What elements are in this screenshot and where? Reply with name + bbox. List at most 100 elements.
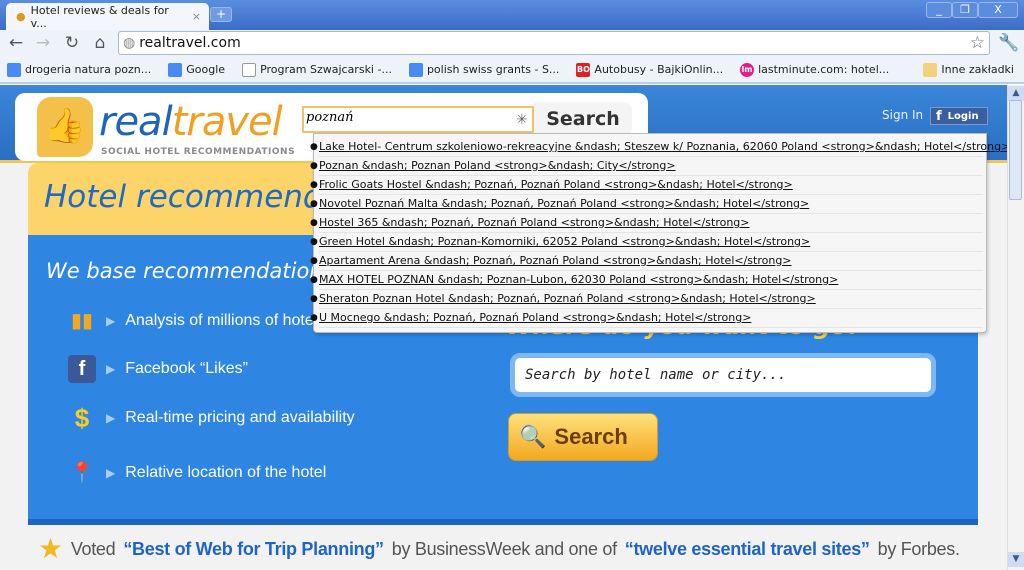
autocomplete-label: Frolic Goats Hostel &ndash; Poznań, Pozn… [319,178,793,191]
bullet-icon: ● [310,199,318,209]
login-label: Login [947,110,979,122]
feature-item: 📍 ▶ Relative location of the hotel [68,459,327,487]
bookmark-item[interactable]: drogeria natura pozn... [7,62,152,77]
arrow-icon: ▶ [106,362,116,376]
bullet-icon: ● [310,294,318,304]
scroll-down-icon[interactable]: ▼ [1008,552,1024,567]
bullet-icon: ● [310,142,318,152]
bookmark-item[interactable]: Google [168,62,226,77]
globe-icon: ◍ [123,35,136,51]
other-bookmarks[interactable]: Inne zakładki [923,62,1014,77]
autocomplete-item[interactable]: ● Novotel Poznań Malta &ndash; Poznań, Po… [310,195,983,214]
press-text: by Forbes. [877,538,960,559]
google-icon [7,62,21,77]
minimize-button[interactable]: _ [926,2,952,18]
bullet-icon: ● [310,237,318,247]
bookmarks-bar: drogeria natura pozn... Google Program S… [0,57,1024,84]
bookmark-label: Google [186,63,226,76]
bookmark-label: drogeria natura pozn... [25,63,152,76]
bookmark-label: Inne zakładki [941,63,1014,76]
tab-close-icon[interactable]: × [192,10,201,23]
autocomplete-item[interactable]: ● MAX HOTEL POZNAN &ndash; Poznan-Lubon, … [310,271,983,290]
header-search-button[interactable]: Search [534,102,632,136]
bullet-icon: ● [310,275,318,285]
bullet-icon: ● [310,180,318,190]
address-bar[interactable]: ◍ realtravel.com ☆ [118,31,990,55]
bookmark-label: polish swiss grants - S... [426,63,560,76]
bookmark-label: Program Szwajcarski -... [260,63,392,76]
autocomplete-label: Poznan &ndash; Poznan Poland <strong>&nd… [319,159,676,172]
bookmark-label: Autobusy - BajkiOnlin... [594,63,724,76]
forward-icon[interactable]: → [33,33,53,53]
feature-label: Real-time pricing and availability [125,409,355,426]
feature-label: Facebook “Likes” [125,360,248,377]
home-icon[interactable]: ⌂ [90,33,110,53]
arrow-icon: ▶ [106,466,116,480]
autocomplete-item[interactable]: ● Sheraton Poznan Hotel &ndash; Poznań, P… [310,290,983,309]
bullet-icon: ● [310,313,318,323]
autocomplete-item[interactable]: ● Lake Hotel- Centrum szkoleniowo-rekreac… [310,138,1010,157]
press-banner: ★ Voted “Best of Web for Trip Planning” … [28,528,978,570]
close-window-button[interactable]: X [978,2,1018,18]
restore-button[interactable]: ❐ [952,2,978,18]
autocomplete-label: Novotel Poznań Malta &ndash; Poznań, Poz… [319,197,810,210]
bullet-icon: ● [310,161,318,171]
bookmark-star-icon[interactable]: ☆ [970,33,985,53]
autocomplete-label: Hostel 365 &ndash; Poznań, Poznań Poland… [319,216,750,229]
lm-icon: lm [740,62,755,77]
bookmark-label: lastminute.com: hotel... [758,63,890,76]
hotel-search-button[interactable]: 🔍 Search [508,413,658,461]
bookmark-item[interactable]: Program Szwajcarski -... [242,62,392,77]
autocomplete-item[interactable]: ● Green Hotel &ndash; Poznan-Komorniki, 6… [310,233,983,252]
facebook-icon: f [68,355,96,383]
scrollbar-thumb[interactable] [1009,100,1022,200]
feature-item: $ ▶ Real-time pricing and availability [68,404,355,432]
facebook-icon: f [936,108,942,124]
dollar-icon: $ [74,404,90,432]
wrench-icon[interactable]: 🔧 [998,33,1019,53]
autocomplete-dropdown: ● Lake Hotel- Centrum szkoleniowo-rekreac… [310,133,1010,333]
bo-icon: BO [576,62,591,77]
reload-icon[interactable]: ↻ [62,33,82,53]
hotel-search-input[interactable]: Search by hotel name or city... [510,353,936,397]
folder-icon [923,62,938,77]
press-quote: “Best of Web for Trip Planning” [123,538,384,559]
autocomplete-item[interactable]: ● Frolic Goats Hostel &ndash; Poznań, Poz… [310,176,983,195]
new-tab-button[interactable]: + [210,7,232,22]
autocomplete-label: U Mocnego &ndash; Poznań, Poznań Poland … [319,311,752,324]
bullet-icon: ● [310,256,318,266]
browser-tab[interactable]: ● Hotel reviews & deals for v... × [6,3,209,30]
scroll-up-icon[interactable]: ▲ [1008,86,1024,101]
press-text: Voted [70,538,116,559]
tagline: SOCIAL HOTEL RECOMMENDATIONS [101,147,296,157]
back-icon[interactable]: ← [6,33,26,53]
autocomplete-label: Apartament Arena &ndash; Poznań, Poznań … [319,254,792,267]
feature-label: Relative location of the hotel [125,464,327,481]
arrow-icon: ▶ [106,314,116,328]
press-text: by BusinessWeek and one of [391,538,617,559]
press-quote: “twelve essential travel sites” [624,538,870,559]
bookmark-item[interactable]: lm lastminute.com: hotel... [740,62,890,77]
autocomplete-item[interactable]: ● Poznan &ndash; Poznan Poland <strong>&n… [310,157,983,176]
page-icon [242,62,257,77]
url-text: realtravel.com [139,35,241,51]
google-icon [408,62,423,77]
sign-in-link[interactable]: Sign In [882,108,923,122]
bullet-icon: ● [310,218,318,228]
arrow-icon: ▶ [106,411,116,425]
bookmark-item[interactable]: BO Autobusy - BajkiOnlin... [576,62,724,77]
magnifier-icon: 🔍 [519,424,547,449]
autocomplete-item[interactable]: ● Hostel 365 &ndash; Poznań, Poznań Polan… [310,214,983,233]
search-label: Search [554,424,628,449]
autocomplete-item[interactable]: ● Apartament Arena &ndash; Poznań, Poznań… [310,252,983,271]
bar-chart-icon: ▮▮ [70,310,93,332]
autocomplete-label: Sheraton Poznan Hotel &ndash; Poznań, Po… [319,292,816,305]
header-search-input[interactable]: poznań [302,106,534,133]
loading-spinner-icon: ✳ [516,112,528,128]
autocomplete-label: Green Hotel &ndash; Poznan-Komorniki, 62… [319,235,811,248]
autocomplete-item[interactable]: ● U Mocnego &ndash; Poznań, Poznań Poland… [310,309,983,328]
bookmark-item[interactable]: polish swiss grants - S... [408,62,560,77]
feature-item: f ▶ Facebook “Likes” [68,355,248,383]
logo[interactable]: realtravel [99,99,283,145]
facebook-login-button[interactable]: f Login [930,107,988,125]
